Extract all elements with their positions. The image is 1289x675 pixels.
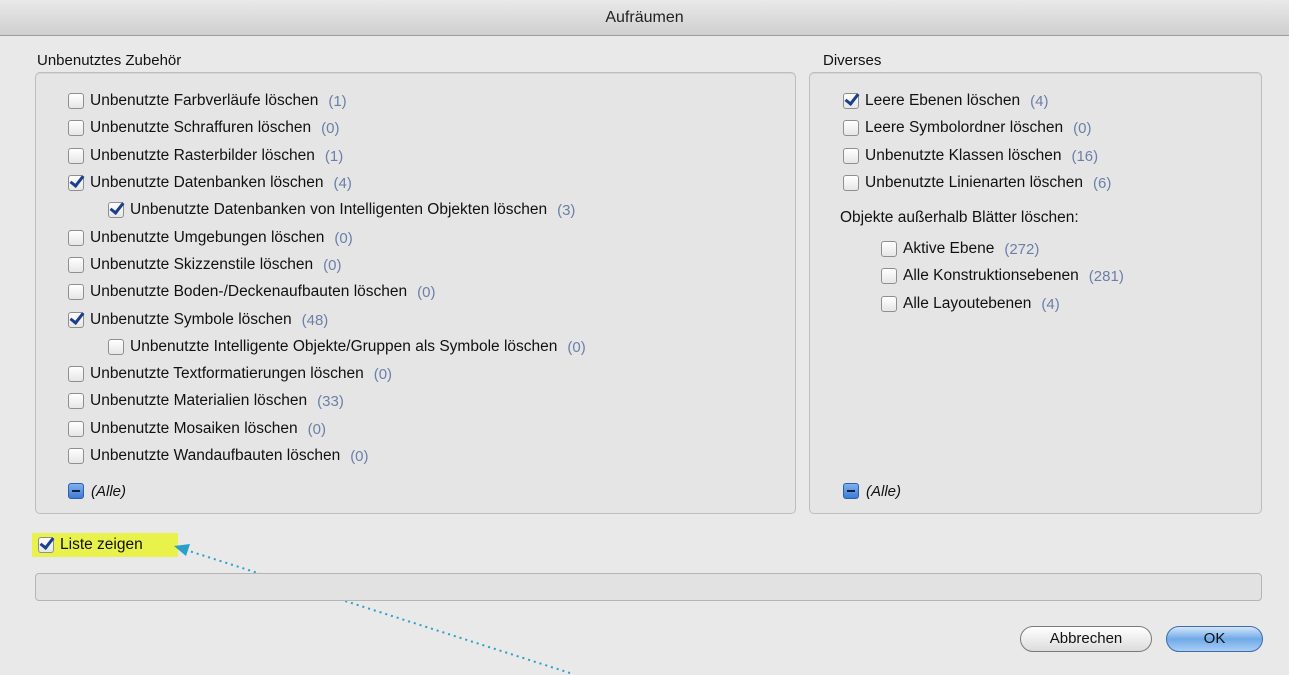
cancel-button[interactable]: Abbrechen bbox=[1020, 626, 1152, 652]
ok-button[interactable]: OK bbox=[1166, 626, 1263, 652]
list-area[interactable] bbox=[35, 573, 1262, 601]
